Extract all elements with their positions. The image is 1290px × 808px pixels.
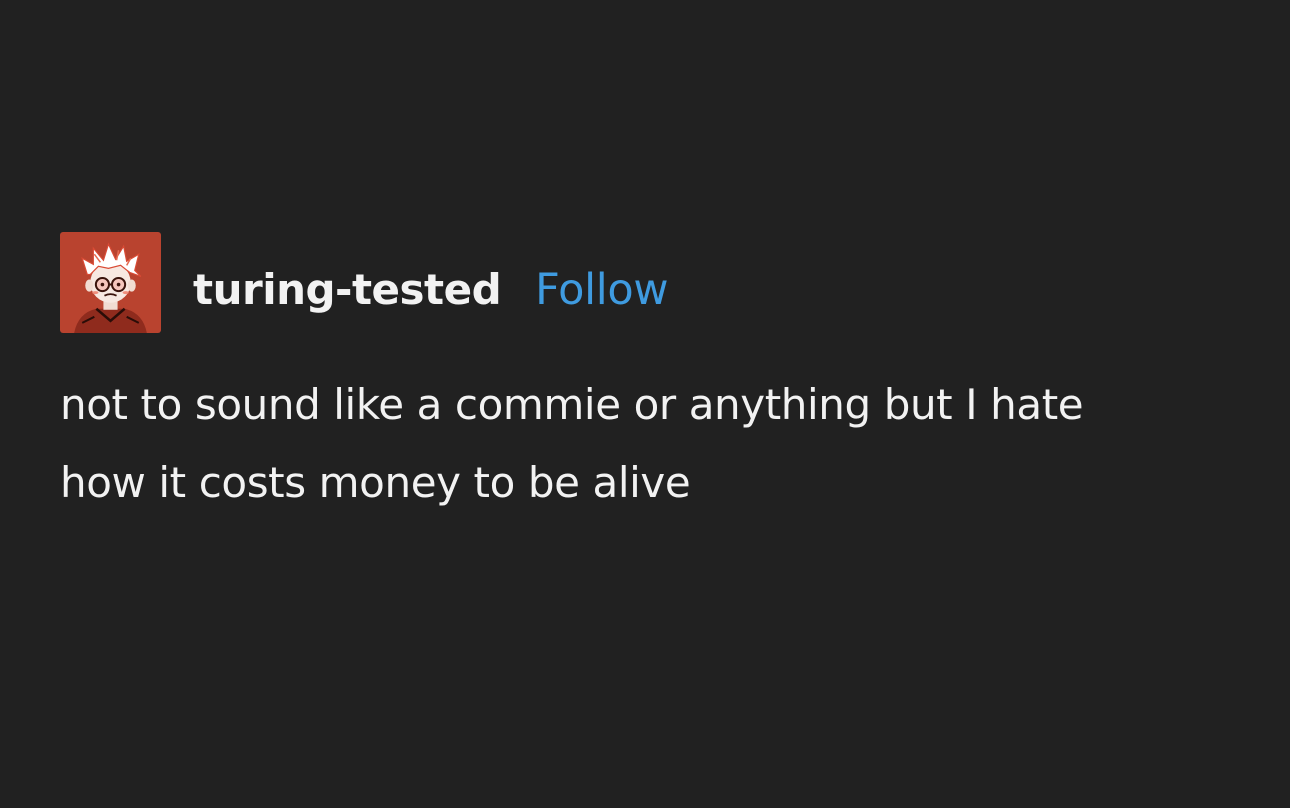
post-body-line: how it costs money to be alive [60,458,691,507]
avatar[interactable] [60,232,161,333]
post: turing-tested Follow not to sound like a… [60,232,1260,522]
post-body: not to sound like a commie or anything b… [60,366,1260,522]
follow-button[interactable]: Follow [535,265,668,315]
cartoon-character-avatar-icon [60,232,161,333]
post-body-line: not to sound like a commie or anything b… [60,380,1084,429]
post-header: turing-tested Follow [60,232,1260,333]
username[interactable]: turing-tested [193,265,502,314]
